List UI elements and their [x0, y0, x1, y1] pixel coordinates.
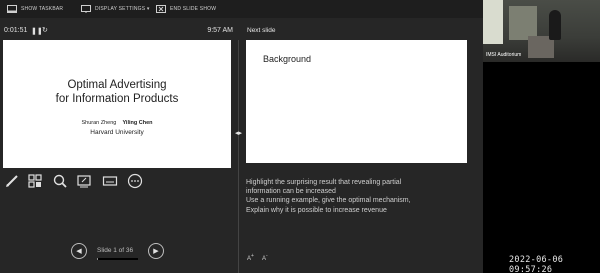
camera-window — [483, 0, 503, 44]
presenter-toolbar: SHOW TASKBAR DISPLAY SETTINGS ▾ END SLID… — [0, 0, 483, 18]
subtitles-icon[interactable] — [102, 173, 118, 189]
elapsed-timer: 0:01:51 — [4, 27, 28, 34]
increase-font-button[interactable]: A+ — [247, 253, 254, 262]
pointer-icon[interactable] — [76, 173, 92, 189]
notes-line: Use a running example, give the optimal … — [246, 197, 411, 205]
taskbar-icon — [7, 5, 17, 13]
slide-counter: Slide 1 of 36 — [97, 247, 134, 254]
arrow-right-icon: ▶ — [153, 248, 159, 255]
next-slide-label: Next slide — [247, 27, 276, 34]
see-all-slides-icon[interactable] — [27, 173, 43, 189]
restart-timer-icon[interactable]: ↻ — [42, 26, 48, 34]
author-1: Shuran Zheng — [81, 120, 117, 126]
decrease-font-button[interactable]: A- — [262, 253, 268, 262]
webcam-empty-area — [483, 62, 600, 273]
camera-speaker — [549, 10, 561, 40]
speaker-notes[interactable]: Highlight the surprising result that rev… — [246, 178, 478, 215]
display-settings-label: DISPLAY SETTINGS ▾ — [95, 6, 150, 12]
slide-title-line1: Optimal Advertising — [67, 79, 167, 91]
resize-handle-icon[interactable]: ◂▸ — [235, 129, 242, 137]
slide-title: Optimal Advertising for Information Prod… — [3, 78, 231, 106]
previous-slide-button[interactable]: ◀ — [71, 243, 87, 259]
pen-icon[interactable] — [4, 173, 20, 189]
recording-timestamp: 2022-06-06 09:57:26 — [509, 255, 564, 273]
notes-line: information can be increased — [246, 188, 336, 196]
next-slide-preview[interactable]: Background — [246, 40, 467, 163]
camera-screen — [509, 6, 537, 40]
display-icon — [81, 5, 91, 13]
webcam-feed: IMSI Auditorium — [483, 0, 600, 62]
zoom-icon[interactable] — [52, 173, 68, 189]
pane-divider — [238, 40, 239, 273]
next-slide-button[interactable]: ▶ — [148, 243, 164, 259]
webcam-label: IMSI Auditorium — [486, 52, 522, 58]
end-show-icon — [156, 5, 166, 13]
current-slide[interactable]: Optimal Advertising for Information Prod… — [3, 40, 231, 168]
pause-timer-icon[interactable]: ❚❚ — [31, 27, 43, 35]
end-slide-show-button[interactable]: END SLIDE SHOW — [156, 3, 216, 15]
timer-bar: 0:01:51 ❚❚ ↻ 9:57 AM — [0, 26, 236, 36]
show-taskbar-button[interactable]: SHOW TASKBAR — [7, 3, 63, 15]
display-settings-button[interactable]: DISPLAY SETTINGS ▾ — [81, 3, 150, 15]
notes-line: Explain why it is possible to increase r… — [246, 206, 387, 214]
arrow-left-icon: ◀ — [76, 248, 82, 255]
slide-title-line2: for Information Products — [55, 93, 179, 105]
more-options-icon[interactable] — [127, 173, 143, 189]
slide-affiliation: Harvard University — [90, 129, 144, 136]
slide-progress-bar — [97, 258, 138, 260]
show-taskbar-label: SHOW TASKBAR — [21, 6, 64, 12]
next-slide-title: Background — [263, 54, 312, 64]
author-2: Yiling Chen — [122, 120, 153, 126]
slide-progress-fill — [97, 258, 99, 260]
end-slide-show-label: END SLIDE SHOW — [170, 6, 217, 12]
slide-authors: Shuran Zheng Yiling Chen — [3, 120, 231, 126]
notes-line: Highlight the surprising result that rev… — [246, 179, 402, 186]
current-time: 9:57 AM — [207, 27, 233, 34]
